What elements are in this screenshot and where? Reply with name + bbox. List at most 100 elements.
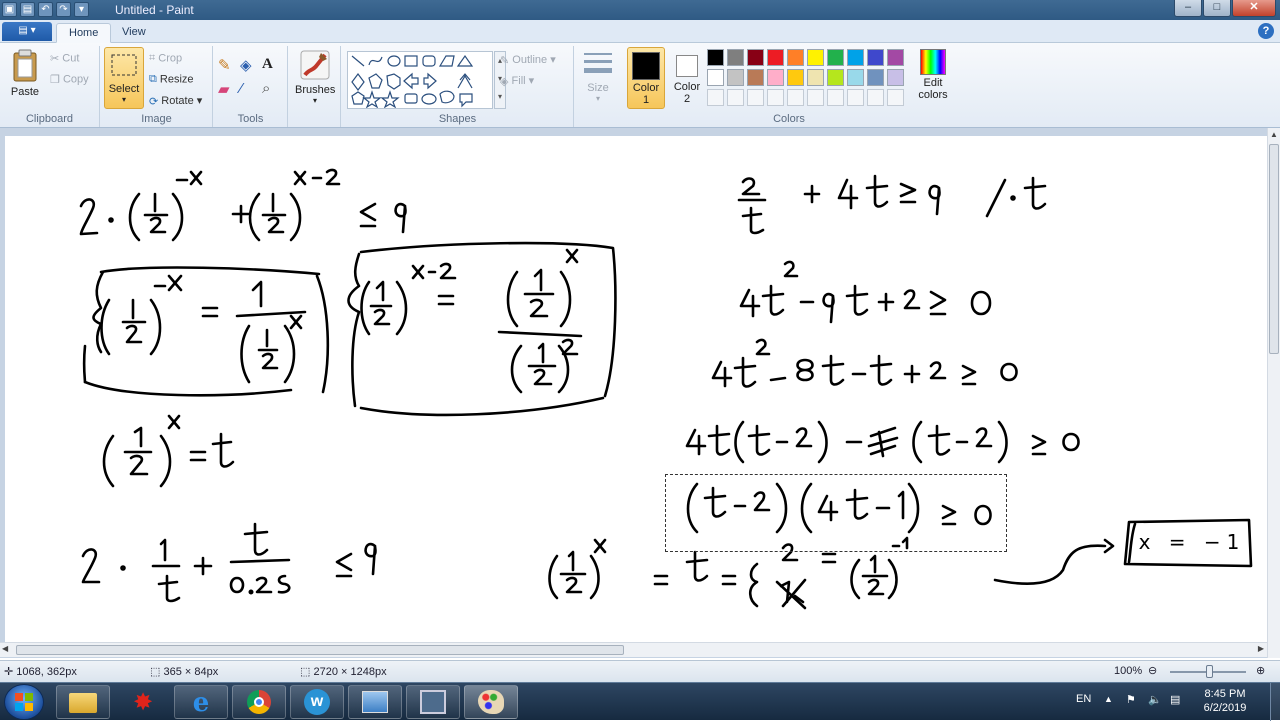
magnifier-icon[interactable]: ⌕ [262, 80, 284, 98]
action-center-icon[interactable]: ⚑ [1126, 693, 1136, 706]
color1-button[interactable]: Color 1 [627, 47, 665, 109]
outline-button[interactable]: ✎ Outline ▾ [500, 53, 556, 67]
shapes-gallery[interactable] [347, 51, 493, 109]
shapes-group: ▴ ▾ ▾ ✎ Outline ▾ ◈ Fill ▾ Shapes [342, 46, 574, 127]
file-menu-button[interactable]: ▤ ▾ [2, 22, 52, 41]
brushes-button[interactable]: Brushes ▾ [295, 49, 335, 105]
custom-color-slot[interactable] [807, 89, 824, 106]
volume-icon[interactable]: 🔈 [1148, 693, 1162, 706]
palette-swatch[interactable] [707, 69, 724, 86]
taskbar-control-panel[interactable] [348, 685, 402, 719]
cut-button[interactable]: ✂ Cut [50, 52, 79, 65]
palette-swatch[interactable] [887, 49, 904, 66]
custom-color-slot[interactable] [867, 89, 884, 106]
network-icon[interactable]: ▤ [1170, 693, 1180, 706]
color-picker-icon[interactable]: ⁄ [240, 80, 262, 98]
scroll-left-icon[interactable]: ◀ [2, 644, 8, 653]
taskbar-media[interactable] [406, 685, 460, 719]
zoom-out-icon[interactable]: ⊖ [1148, 664, 1157, 677]
custom-color-slot[interactable] [747, 89, 764, 106]
close-button[interactable]: ✕ [1232, 0, 1276, 17]
minimize-button[interactable]: – [1174, 0, 1202, 17]
taskbar-app-red[interactable]: ✸ [116, 685, 170, 719]
zoom-in-icon[interactable]: ⊕ [1256, 664, 1265, 677]
custom-color-slot[interactable] [707, 89, 724, 106]
zoom-slider-thumb[interactable] [1206, 665, 1213, 678]
palette-swatch[interactable] [847, 49, 864, 66]
palette-swatch[interactable] [767, 69, 784, 86]
undo-icon[interactable]: ↶ [38, 2, 53, 17]
color2-button[interactable]: Color 2 [668, 47, 706, 109]
rotate-label: Rotate [161, 95, 194, 107]
color2-number: 2 [683, 93, 691, 105]
palette-swatch[interactable] [707, 49, 724, 66]
scroll-right-icon[interactable]: ▶ [1258, 644, 1264, 653]
tab-view[interactable]: View [110, 23, 158, 43]
window-title: Untitled - Paint [115, 3, 194, 17]
palette-swatch[interactable] [807, 49, 824, 66]
palette-swatch[interactable] [727, 69, 744, 86]
save-icon[interactable]: ▤ [20, 2, 35, 17]
clock[interactable]: 8:45 PM 6/2/2019 [1196, 688, 1254, 714]
palette-swatch[interactable] [727, 49, 744, 66]
tab-home[interactable]: Home [56, 23, 112, 43]
redo-icon[interactable]: ↷ [56, 2, 71, 17]
taskbar-app-w[interactable]: w [290, 685, 344, 719]
eraser-icon[interactable]: ▰ [218, 80, 240, 98]
custom-color-slot[interactable] [787, 89, 804, 106]
paint-app-icon[interactable]: ▣ [2, 2, 17, 17]
palette-swatch[interactable] [887, 69, 904, 86]
custom-color-slot[interactable] [847, 89, 864, 106]
taskbar-chrome[interactable] [232, 685, 286, 719]
palette-swatch[interactable] [867, 69, 884, 86]
language-indicator[interactable]: EN [1076, 693, 1091, 705]
custom-color-slot[interactable] [727, 89, 744, 106]
show-hidden-icons[interactable]: ▲ [1104, 694, 1113, 704]
horizontal-scroll-thumb[interactable] [16, 645, 624, 655]
taskbar-explorer[interactable] [56, 685, 110, 719]
selection-rectangle[interactable] [665, 474, 1007, 552]
size-button[interactable]: Size ▾ [578, 49, 618, 103]
fill-button[interactable]: ◈ Fill ▾ [500, 74, 534, 88]
customize-qat-icon[interactable]: ▾ [74, 2, 89, 17]
palette-swatch[interactable] [767, 49, 784, 66]
vertical-scroll-thumb[interactable] [1269, 144, 1279, 354]
drawing-canvas[interactable]: x = −1 [5, 136, 1267, 642]
fill-bucket-icon[interactable]: ◈ [240, 56, 262, 74]
taskbar-ie[interactable]: e [174, 685, 228, 719]
palette-swatch[interactable] [787, 49, 804, 66]
palette-swatch[interactable] [807, 69, 824, 86]
select-button[interactable]: Select ▾ [104, 47, 144, 109]
edit-colors-button[interactable]: Edit colors [914, 49, 952, 101]
resize-button[interactable]: ⧉ Resize [149, 73, 194, 86]
palette-swatch[interactable] [827, 49, 844, 66]
palette-swatch[interactable] [867, 49, 884, 66]
pencil-icon[interactable]: ✎ [218, 56, 240, 74]
zoom-slider[interactable] [1170, 665, 1246, 678]
palette-swatch[interactable] [747, 69, 764, 86]
color2-label: Color [673, 81, 701, 93]
palette-swatch[interactable] [787, 69, 804, 86]
horizontal-scrollbar[interactable]: ◀ ▶ [0, 642, 1267, 657]
show-desktop-button[interactable] [1270, 683, 1280, 721]
title-bar: ▣ ▤ ↶ ↷ ▾ Untitled - Paint – □ ✕ [0, 0, 1280, 20]
taskbar-paint[interactable] [464, 685, 518, 719]
maximize-button[interactable]: □ [1203, 0, 1231, 17]
palette-swatch[interactable] [747, 49, 764, 66]
rotate-button[interactable]: ⟳ Rotate ▾ [149, 94, 202, 108]
custom-color-slot[interactable] [827, 89, 844, 106]
palette-swatch[interactable] [827, 69, 844, 86]
brushes-dropdown-icon: ▾ [312, 96, 317, 105]
vertical-scrollbar[interactable]: ▲ [1267, 128, 1280, 658]
start-button[interactable] [4, 684, 44, 720]
crop-button[interactable]: ⌗ Crop [149, 52, 182, 65]
scroll-up-icon[interactable]: ▲ [1268, 128, 1280, 141]
select-label: Select [108, 83, 140, 95]
text-icon[interactable]: A [262, 56, 284, 74]
custom-color-slot[interactable] [887, 89, 904, 106]
help-icon[interactable]: ? [1258, 23, 1274, 39]
palette-swatch[interactable] [847, 69, 864, 86]
copy-button[interactable]: ❐ Copy [50, 73, 89, 86]
custom-color-slot[interactable] [767, 89, 784, 106]
paste-button[interactable]: Paste [6, 49, 44, 98]
